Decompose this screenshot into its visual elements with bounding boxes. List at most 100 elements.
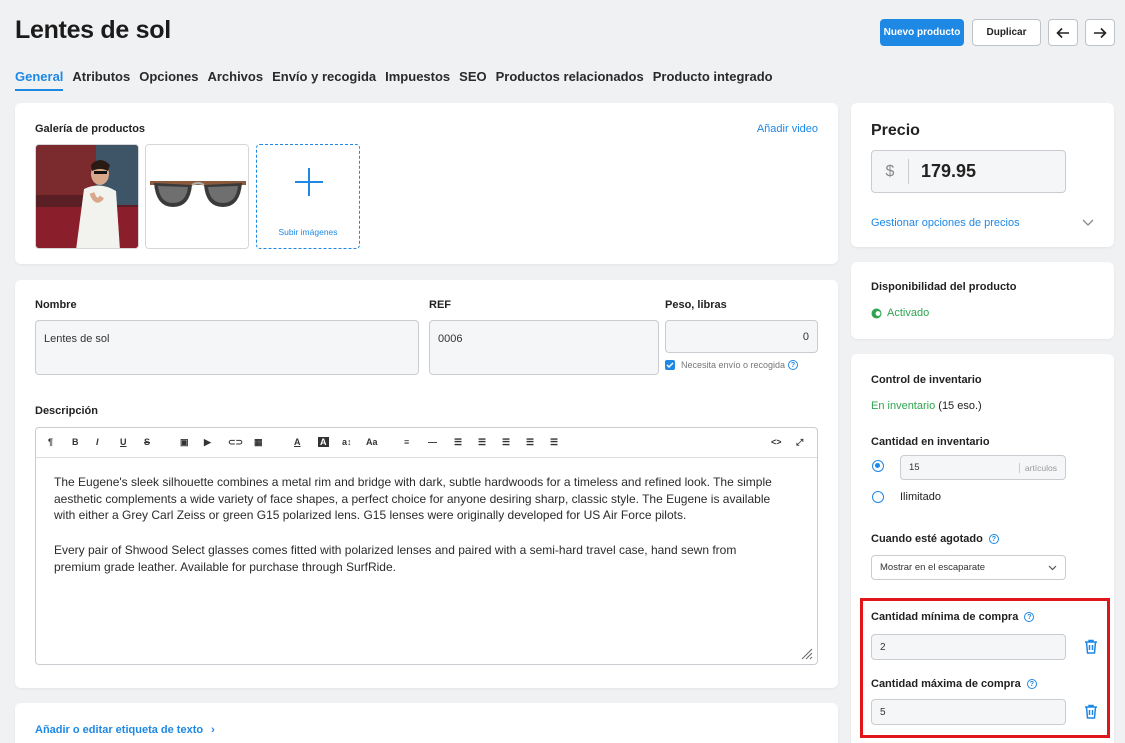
resize-handle-icon[interactable] [799, 646, 813, 660]
inventory-title: Control de inventario [871, 374, 982, 386]
tab-options[interactable]: Opciones [139, 69, 198, 91]
shipping-checkbox-label: Necesita envío o recogida [681, 360, 786, 370]
out-of-stock-label: Cuando esté agotado ? [871, 533, 999, 545]
availability-status-label: Activado [887, 307, 930, 319]
font-family-button[interactable]: Aa [366, 437, 378, 447]
out-of-stock-label-text: Cuando esté agotado [871, 533, 983, 545]
product-image-model[interactable] [35, 144, 139, 249]
tab-integrated-product[interactable]: Producto integrado [653, 69, 773, 91]
chevron-down-icon [1048, 565, 1057, 570]
text-color-button[interactable]: A [294, 437, 301, 447]
font-size-button[interactable]: a↕ [342, 437, 352, 447]
gallery-title: Galería de productos [35, 123, 146, 135]
in-stock-count: (15 eso.) [938, 400, 982, 412]
weight-label: Peso, libras [665, 299, 727, 311]
new-product-button[interactable]: Nuevo producto [880, 19, 964, 46]
underline-button[interactable]: U [120, 437, 127, 447]
weight-field[interactable]: 0 [665, 320, 818, 353]
manage-price-options-link[interactable]: Gestionar opciones de precios [871, 217, 1020, 229]
chevron-right-icon: › [211, 724, 215, 736]
limited-stock-radio[interactable] [872, 460, 884, 472]
price-title: Precio [871, 122, 920, 139]
insert-image-button[interactable]: ▣ [180, 437, 189, 448]
stock-quantity-unit: artículos [1018, 462, 1057, 473]
sunglasses-photo-image [146, 145, 248, 248]
gallery-card: Galería de productos Añadir video Subir … [15, 103, 838, 264]
background-color-button[interactable]: A [318, 437, 329, 447]
add-video-link[interactable]: Añadir video [757, 123, 818, 135]
insert-link-button[interactable]: ⊂⊃ [228, 437, 243, 448]
price-value: 179.95 [921, 161, 977, 181]
tab-bar: General Atributos Opciones Archivos Enví… [15, 69, 782, 91]
tab-taxes[interactable]: Impuestos [385, 69, 450, 91]
out-of-stock-value: Mostrar en el escaparate [880, 562, 986, 573]
indent-button[interactable]: ☰ [526, 437, 534, 448]
in-stock-status: En inventario (15 eso.) [871, 400, 982, 412]
bullet-list-button[interactable]: ☰ [454, 437, 462, 448]
paragraph-button[interactable]: ¶ [48, 437, 53, 447]
model-photo-image [36, 145, 138, 248]
duplicate-button[interactable]: Duplicar [972, 19, 1041, 46]
horizontal-rule-button[interactable]: — [428, 437, 437, 447]
edit-text-tag-link[interactable]: Añadir o editar etiqueta de texto › [35, 724, 215, 736]
availability-status[interactable]: Activado [871, 307, 929, 319]
description-editor: ¶ B I U S ▣ ▶ ⊂⊃ ▦ A A a↕ Aa ≡ — ☰ ☰ ☰ ☰… [35, 427, 818, 665]
next-product-button[interactable] [1085, 19, 1115, 46]
currency-symbol: $ [872, 159, 909, 184]
price-card: Precio $ 179.95 Gestionar opciones de pr… [851, 103, 1114, 247]
tab-general[interactable]: General [15, 69, 64, 91]
shipping-checkbox-row: Necesita envío o recogida ? [665, 360, 799, 370]
name-field[interactable]: Lentes de sol [35, 320, 419, 375]
stock-quantity-value: 15 [909, 462, 920, 473]
description-paragraph-1[interactable]: The Eugene's sleek silhouette combines a… [54, 474, 774, 524]
text-tag-card: Añadir o editar etiqueta de texto › [15, 703, 838, 743]
name-label: Nombre [35, 299, 77, 311]
plus-icon [295, 168, 323, 196]
more-formatting-button[interactable]: ☰ [550, 437, 558, 448]
upload-images-button[interactable]: Subir imágenes [256, 144, 360, 249]
numbered-list-button[interactable]: ☰ [478, 437, 486, 448]
availability-card: Disponibilidad del producto Activado [851, 262, 1114, 339]
unlimited-stock-radio[interactable] [872, 491, 884, 503]
align-button[interactable]: ≡ [404, 437, 409, 447]
tab-attributes[interactable]: Atributos [72, 69, 130, 91]
availability-title: Disponibilidad del producto [871, 281, 1017, 293]
purchase-limits-highlight [860, 598, 1110, 738]
page-title: Lentes de sol [15, 16, 171, 44]
details-card: Nombre Lentes de sol REF 0006 Peso, libr… [15, 280, 838, 688]
ref-label: REF [429, 299, 451, 311]
shipping-checkbox[interactable] [665, 360, 675, 370]
chevron-down-icon[interactable] [1082, 219, 1094, 227]
outdent-button[interactable]: ☰ [502, 437, 510, 448]
description-label: Descripción [35, 405, 98, 417]
tab-related-products[interactable]: Productos relacionados [496, 69, 644, 91]
arrow-right-icon [1094, 27, 1107, 38]
fullscreen-button[interactable]: ⤢ [796, 437, 803, 448]
bold-button[interactable]: B [72, 437, 79, 447]
stock-quantity-field[interactable]: 15 artículos [900, 455, 1066, 480]
edit-text-tag-label: Añadir o editar etiqueta de texto [35, 724, 204, 736]
tab-seo[interactable]: SEO [459, 69, 486, 91]
arrow-left-icon [1056, 27, 1069, 38]
price-field[interactable]: $ 179.95 [871, 150, 1066, 193]
stock-quantity-label: Cantidad en inventario [871, 436, 990, 448]
ref-field[interactable]: 0006 [429, 320, 659, 375]
in-stock-label: En inventario [871, 400, 936, 412]
strikethrough-button[interactable]: S [144, 437, 150, 447]
insert-video-button[interactable]: ▶ [204, 437, 211, 448]
description-paragraph-2[interactable]: Every pair of Shwood Select glasses come… [54, 542, 774, 575]
help-icon[interactable]: ? [788, 360, 799, 370]
tab-files[interactable]: Archivos [207, 69, 263, 91]
code-view-button[interactable]: <> [771, 437, 782, 447]
toggle-on-icon [871, 308, 882, 318]
product-image-sunglasses[interactable] [145, 144, 249, 249]
checkmark-icon [666, 362, 674, 369]
italic-button[interactable]: I [96, 437, 99, 447]
insert-table-button[interactable]: ▦ [254, 437, 263, 448]
tab-shipping[interactable]: Envío y recogida [272, 69, 376, 91]
help-icon[interactable]: ? [988, 534, 999, 545]
upload-images-label: Subir imágenes [278, 227, 338, 237]
previous-product-button[interactable] [1048, 19, 1078, 46]
editor-toolbar: ¶ B I U S ▣ ▶ ⊂⊃ ▦ A A a↕ Aa ≡ — ☰ ☰ ☰ ☰… [36, 428, 817, 458]
out-of-stock-select[interactable]: Mostrar en el escaparate [871, 555, 1066, 580]
